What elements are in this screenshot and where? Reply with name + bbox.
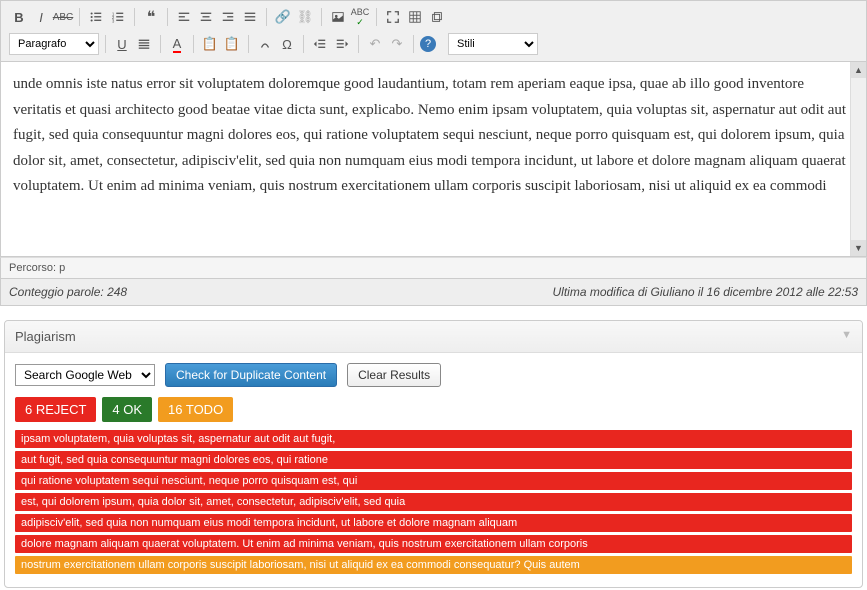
- scroll-up-icon[interactable]: ▲: [851, 62, 866, 78]
- paste-text-button[interactable]: 📋: [222, 34, 242, 54]
- outdent-button[interactable]: [310, 34, 330, 54]
- align-justify2-button[interactable]: [134, 34, 154, 54]
- result-line[interactable]: adipisciv'elit, sed quia non numquam eiu…: [15, 514, 852, 532]
- editor-toolbar: B I ABC 123 ❝ 🔗 ⛓ ABC✓: [0, 0, 867, 62]
- style-select[interactable]: Stili: [448, 33, 538, 55]
- spellcheck-button[interactable]: ABC✓: [350, 7, 370, 27]
- restore-button[interactable]: [427, 7, 447, 27]
- align-left-button[interactable]: [174, 7, 194, 27]
- result-line[interactable]: dolore magnam aliquam quaerat voluptatem…: [15, 535, 852, 553]
- unlink-button[interactable]: ⛓: [295, 7, 315, 27]
- image-button[interactable]: [328, 7, 348, 27]
- undo-button[interactable]: ↶: [365, 34, 385, 54]
- special-char-button[interactable]: Ω: [277, 34, 297, 54]
- results-list: ipsam voluptatem, quia voluptas sit, asp…: [15, 430, 852, 574]
- clear-format-button[interactable]: [255, 34, 275, 54]
- plagiarism-title: Plagiarism: [15, 329, 76, 344]
- plagiarism-panel: Plagiarism ▼ Search Google Web Check for…: [4, 320, 863, 588]
- bold-button[interactable]: B: [9, 7, 29, 27]
- link-button[interactable]: 🔗: [273, 7, 293, 27]
- unordered-list-button[interactable]: [86, 7, 106, 27]
- help-button[interactable]: ?: [420, 36, 436, 52]
- status-bar: Conteggio parole: 248 Ultima modifica di…: [0, 279, 867, 306]
- ok-badge: 4 OK: [102, 397, 152, 422]
- svg-text:3: 3: [112, 18, 115, 23]
- blockquote-button[interactable]: ❝: [141, 7, 161, 27]
- ordered-list-button[interactable]: 123: [108, 7, 128, 27]
- result-line[interactable]: qui ratione voluptatem sequi nesciunt, n…: [15, 472, 852, 490]
- search-source-select[interactable]: Search Google Web: [15, 364, 155, 386]
- redo-button[interactable]: ↷: [387, 34, 407, 54]
- strikethrough-button[interactable]: ABC: [53, 7, 73, 27]
- word-count: Conteggio parole: 248: [9, 285, 127, 299]
- paste-button[interactable]: 📋: [200, 34, 220, 54]
- editor-area: unde omnis iste natus error sit voluptat…: [0, 62, 867, 257]
- scrollbar[interactable]: ▲ ▼: [850, 62, 866, 256]
- italic-button[interactable]: I: [31, 7, 51, 27]
- path-bar: Percorso: p: [0, 257, 867, 279]
- result-line[interactable]: ipsam voluptatem, quia voluptas sit, asp…: [15, 430, 852, 448]
- text-color-button[interactable]: A: [167, 34, 187, 54]
- plagiarism-header[interactable]: Plagiarism ▼: [5, 321, 862, 353]
- result-line[interactable]: aut fugit, sed quia consequuntur magni d…: [15, 451, 852, 469]
- underline-button[interactable]: U: [112, 34, 132, 54]
- editor-content[interactable]: unde omnis iste natus error sit voluptat…: [1, 62, 866, 256]
- last-modified: Ultima modifica di Giuliano il 16 dicemb…: [553, 285, 859, 299]
- align-justify-button[interactable]: [240, 7, 260, 27]
- reject-badge: 6 REJECT: [15, 397, 96, 422]
- clear-results-button[interactable]: Clear Results: [347, 363, 441, 387]
- check-duplicate-button[interactable]: Check for Duplicate Content: [165, 363, 337, 387]
- align-right-button[interactable]: [218, 7, 238, 27]
- scroll-down-icon[interactable]: ▼: [851, 240, 866, 256]
- result-line[interactable]: est, qui dolorem ipsum, quia dolor sit, …: [15, 493, 852, 511]
- chevron-down-icon: ▼: [841, 329, 852, 344]
- fullscreen-button[interactable]: [383, 7, 403, 27]
- indent-button[interactable]: [332, 34, 352, 54]
- todo-badge: 16 TODO: [158, 397, 233, 422]
- result-line[interactable]: nostrum exercitationem ullam corporis su…: [15, 556, 852, 574]
- align-center-button[interactable]: [196, 7, 216, 27]
- table-button[interactable]: [405, 7, 425, 27]
- format-select[interactable]: Paragrafo: [9, 33, 99, 55]
